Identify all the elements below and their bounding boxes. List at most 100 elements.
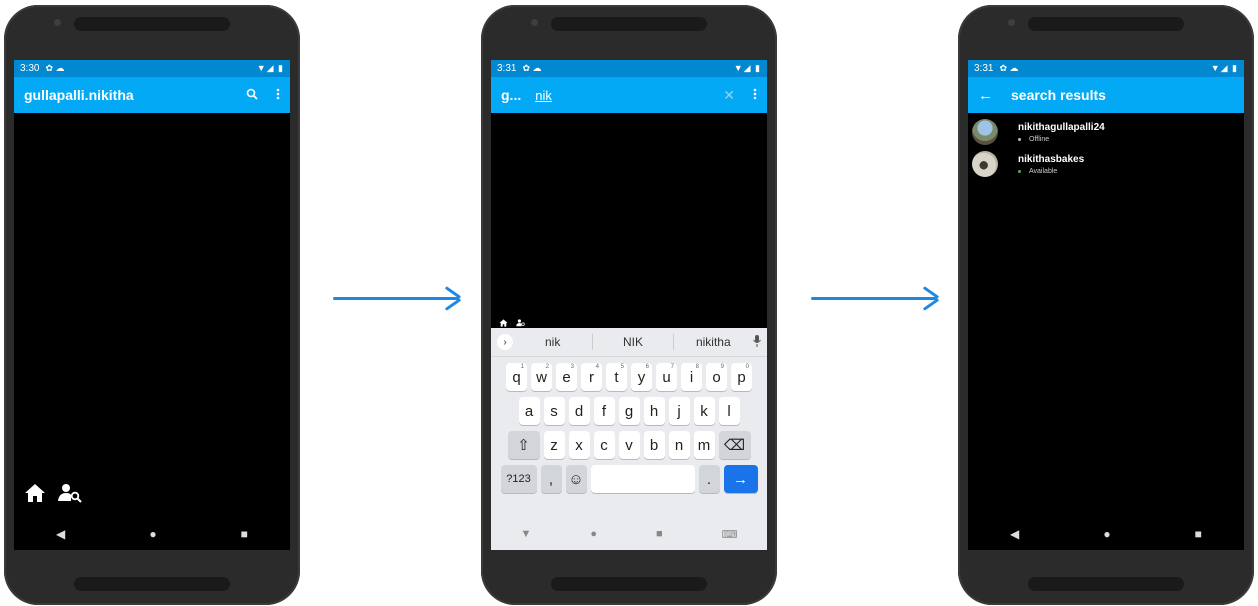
key-e[interactable]: e3 <box>556 363 577 391</box>
back-arrow-icon[interactable]: ← <box>978 87 993 104</box>
key-a[interactable]: a <box>518 397 540 425</box>
emoji-key[interactable]: ☺ <box>565 465 587 493</box>
key-n[interactable]: n <box>668 431 690 459</box>
status-bar: 3:30 ✿ ☁ ▼◢ ▮ <box>14 60 290 77</box>
key-m[interactable]: m <box>693 431 715 459</box>
key-x[interactable]: x <box>568 431 590 459</box>
app-bar: ← search results <box>968 77 1244 113</box>
search-input[interactable]: nik <box>535 88 552 103</box>
backspace-key[interactable]: ⌫ <box>718 431 751 459</box>
space-key[interactable] <box>590 465 695 493</box>
key-hint: 6 <box>645 364 649 370</box>
key-hint: 9 <box>720 364 724 370</box>
system-nav-bar: ◀ ● ■ <box>14 518 290 550</box>
flow-arrow-1 <box>333 297 459 300</box>
camera <box>54 19 61 26</box>
key-v[interactable]: v <box>618 431 640 459</box>
keyboard-row-2: asdfghjkl <box>491 397 767 425</box>
flow-arrow-2-head-bottom <box>922 298 940 311</box>
person-search-icon[interactable] <box>58 483 82 508</box>
list-item[interactable]: nikithagullapalli24 Offline <box>968 113 1244 145</box>
suggestion-3[interactable]: nikitha <box>674 335 753 349</box>
list-item[interactable]: nikithasbakes Available <box>968 145 1244 177</box>
search-icon[interactable] <box>246 87 258 103</box>
status-time: 3:31 <box>497 63 517 74</box>
hide-keyboard-button[interactable]: ▼ <box>520 528 531 540</box>
suggestion-1[interactable]: nik <box>513 335 592 349</box>
earpiece <box>1028 17 1184 31</box>
shift-key[interactable]: ⇧ <box>507 431 540 459</box>
key-c[interactable]: c <box>593 431 615 459</box>
key-l[interactable]: l <box>718 397 740 425</box>
bottom-speaker <box>74 577 230 591</box>
page-title: search results <box>1011 87 1106 103</box>
keyboard-row-1: q1w2e3r4t5y6u7i8o9p0 <box>491 363 767 391</box>
suggestion-2[interactable]: NIK <box>593 335 672 349</box>
key-label: p <box>737 368 746 386</box>
status-time: 3:31 <box>974 63 994 74</box>
screen-search: 3:31 ✿ ☁ ▼◢ ▮ g... nik ✕ › nik NIK nikit… <box>491 60 767 550</box>
phone-frame-1: 3:30 ✿ ☁ ▼◢ ▮ gullapalli.nikitha ◀ ● ■ <box>4 5 300 605</box>
key-o[interactable]: o9 <box>706 363 727 391</box>
key-r[interactable]: r4 <box>581 363 602 391</box>
available-dot-icon <box>1018 169 1021 173</box>
bottom-speaker <box>551 577 707 591</box>
recents-nav-button[interactable]: ■ <box>656 528 663 540</box>
key-hint: 2 <box>545 364 549 370</box>
key-t[interactable]: t5 <box>606 363 627 391</box>
recents-nav-button[interactable]: ■ <box>1195 527 1202 541</box>
screen-home: 3:30 ✿ ☁ ▼◢ ▮ gullapalli.nikitha ◀ ● ■ <box>14 60 290 550</box>
chevron-right-icon[interactable]: › <box>497 334 513 350</box>
phone-frame-2: 3:31 ✿ ☁ ▼◢ ▮ g... nik ✕ › nik NIK nikit… <box>481 5 777 605</box>
key-p[interactable]: p0 <box>731 363 752 391</box>
clear-search-icon[interactable]: ✕ <box>723 87 735 104</box>
key-k[interactable]: k <box>693 397 715 425</box>
overflow-menu-icon[interactable] <box>276 87 280 103</box>
home-nav-button[interactable]: ● <box>149 527 156 541</box>
avatar <box>972 119 998 145</box>
page-title: gullapalli.nikitha <box>24 87 134 103</box>
enter-key[interactable]: → <box>723 465 758 493</box>
back-nav-button[interactable]: ◀ <box>1010 527 1019 541</box>
key-b[interactable]: b <box>643 431 665 459</box>
key-d[interactable]: d <box>568 397 590 425</box>
key-w[interactable]: w2 <box>531 363 552 391</box>
back-nav-button[interactable]: ◀ <box>56 527 65 541</box>
period-key[interactable]: . <box>698 465 720 493</box>
key-label: y <box>637 368 646 386</box>
keyboard-row-3: ⇧ z x c v b n m ⌫ <box>491 431 767 459</box>
result-status: Offline <box>1029 135 1050 143</box>
overflow-menu-icon[interactable] <box>753 87 757 103</box>
key-h[interactable]: h <box>643 397 665 425</box>
camera <box>1008 19 1015 26</box>
key-s[interactable]: s <box>543 397 565 425</box>
key-hint: 8 <box>695 364 699 370</box>
soft-keyboard: › nik NIK nikitha q1w2e3r4t5y6u7i8o9p0 a… <box>491 328 767 550</box>
key-u[interactable]: u7 <box>656 363 677 391</box>
page-title: g... <box>501 87 522 103</box>
key-hint: 5 <box>620 364 624 370</box>
key-i[interactable]: i8 <box>681 363 702 391</box>
key-g[interactable]: g <box>618 397 640 425</box>
key-y[interactable]: y6 <box>631 363 652 391</box>
key-label: t <box>614 368 619 386</box>
comma-key[interactable]: , <box>540 465 562 493</box>
recents-nav-button[interactable]: ■ <box>241 527 248 541</box>
home-nav-button[interactable]: ● <box>1103 527 1110 541</box>
home-icon[interactable] <box>24 483 46 508</box>
result-status: Available <box>1029 167 1058 175</box>
home-nav-button[interactable]: ● <box>590 528 597 540</box>
symbols-key[interactable]: ?123 <box>500 465 537 493</box>
status-signal-battery-icons: ▼◢ ▮ <box>256 63 284 73</box>
key-z[interactable]: z <box>543 431 565 459</box>
earpiece <box>551 17 707 31</box>
key-f[interactable]: f <box>593 397 615 425</box>
status-notification-icons: ✿ ☁ <box>45 63 65 73</box>
microphone-icon[interactable] <box>753 334 761 350</box>
key-j[interactable]: j <box>668 397 690 425</box>
key-q[interactable]: q1 <box>506 363 527 391</box>
key-label: e <box>562 368 571 386</box>
status-bar: 3:31 ✿ ☁ ▼◢ ▮ <box>968 60 1244 77</box>
keyboard-switch-icon[interactable]: ⌨ <box>722 528 738 541</box>
key-label: r <box>589 368 594 386</box>
